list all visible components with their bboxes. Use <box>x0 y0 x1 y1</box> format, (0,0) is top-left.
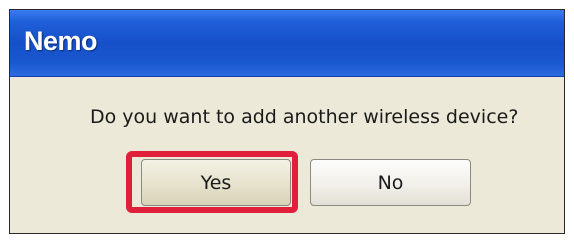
confirmation-dialog: Nemo Do you want to add another wireless… <box>9 9 565 234</box>
yes-button[interactable]: Yes <box>141 159 291 206</box>
no-button[interactable]: No <box>310 159 471 206</box>
screenshot-frame: Nemo Do you want to add another wireless… <box>0 0 574 240</box>
dialog-title: Nemo <box>24 26 98 56</box>
dialog-titlebar[interactable]: Nemo <box>10 10 564 77</box>
dialog-message: Do you want to add another wireless devi… <box>90 106 519 128</box>
